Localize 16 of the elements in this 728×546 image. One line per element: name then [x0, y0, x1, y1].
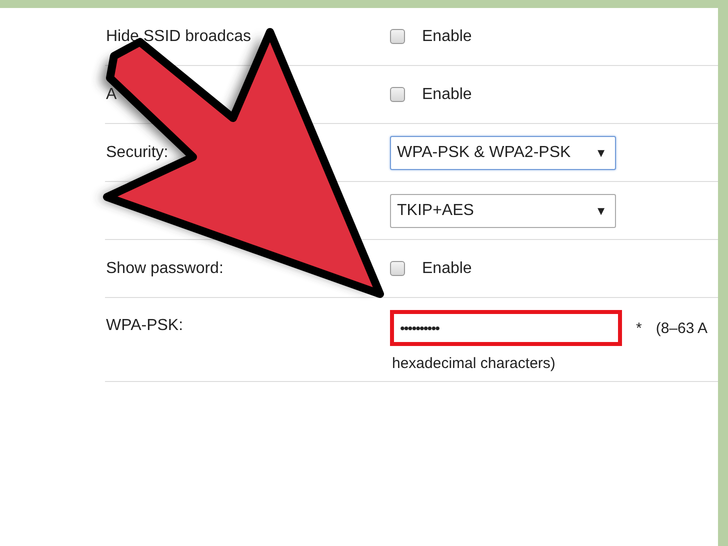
dropdown[interactable]: WPA-PSK & WPA2-PSK ▼ [390, 136, 616, 170]
field-label: WPA-PSK: [105, 316, 184, 335]
checkbox[interactable] [390, 29, 405, 44]
field-label: Show password: [105, 260, 224, 278]
checkbox[interactable] [390, 87, 405, 102]
password-field[interactable]: •••••••••• [390, 310, 622, 346]
hint-text: hexadecimal characters) [391, 355, 556, 372]
field-label: A [105, 86, 118, 104]
checkbox-label: Enable [422, 260, 472, 278]
hint-text: * (8–63 A [636, 320, 708, 336]
field-label: Security: [105, 144, 170, 162]
field-label: Hide SSID broadcas [105, 28, 252, 46]
checkbox-label: Enable [422, 86, 472, 104]
dropdown[interactable]: TKIP+AES ▼ [390, 194, 616, 228]
checkbox[interactable] [390, 261, 405, 276]
checkbox-label: Enable [422, 28, 472, 46]
